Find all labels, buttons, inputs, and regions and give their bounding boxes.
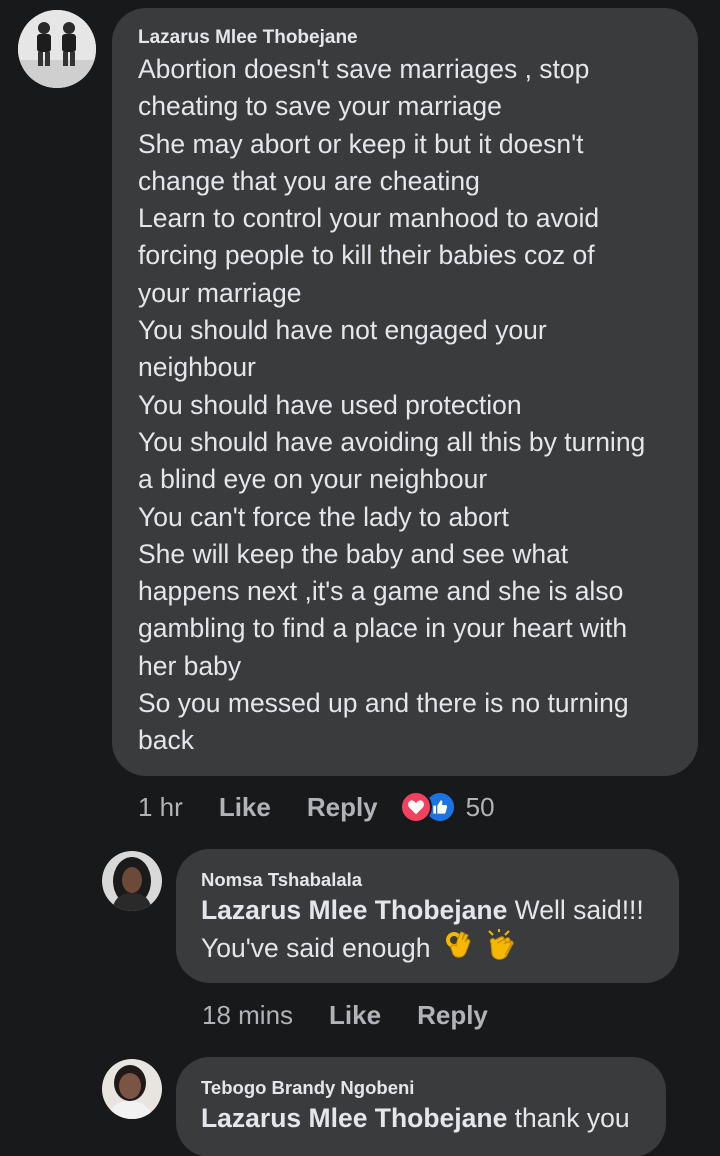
- comment-line: cheating to save your marriage: [138, 91, 502, 122]
- profile-photo-woman-2: [102, 1059, 162, 1119]
- ok-hand-emoji: [445, 930, 472, 970]
- mention-link[interactable]: Lazarus Mlee Thobejane: [201, 895, 507, 925]
- comment-line: You can't force the lady to abort: [138, 501, 509, 532]
- reply-button[interactable]: Reply: [307, 792, 378, 823]
- profile-photo-two-men: [18, 10, 96, 88]
- comment-line: her baby: [138, 650, 242, 681]
- clapping-hands-emoji: [485, 928, 519, 971]
- comment-line: Learn to control your manhood to avoid: [138, 203, 600, 234]
- reply-text: Lazarus Mlee Thobejane thank you: [201, 1100, 646, 1137]
- like-button[interactable]: Like: [329, 1000, 381, 1031]
- like-button[interactable]: Like: [219, 792, 271, 823]
- reply-text-fragment: Well said!!!: [507, 895, 644, 925]
- avatar[interactable]: [102, 1059, 162, 1119]
- avatar[interactable]: [102, 851, 162, 911]
- comment-line: She may abort or keep it but it doesn't: [138, 128, 584, 159]
- comment-line: your marriage: [138, 277, 302, 308]
- profile-photo-woman: [102, 851, 162, 911]
- reply-text: Lazarus Mlee Thobejane Well said!!! You'…: [201, 892, 659, 972]
- reply-bubble: Tebogo Brandy Ngobeni Lazarus Mlee Thobe…: [176, 1057, 666, 1156]
- comment-line: You should have avoiding all this by tur…: [138, 426, 646, 457]
- comment-line: neighbour: [138, 352, 256, 383]
- reactions-summary[interactable]: 50: [399, 791, 495, 823]
- comment-actions: 1 hr Like Reply 50: [138, 788, 495, 826]
- reply-timestamp[interactable]: 18 mins: [202, 1000, 293, 1031]
- comment-line: a blind eye on your neighbour: [138, 464, 488, 495]
- comment-thread: Lazarus Mlee Thobejane Abortion doesn't …: [0, 0, 720, 1156]
- reply-text-fragment: thank you: [507, 1103, 630, 1133]
- reaction-count: 50: [465, 791, 495, 822]
- reply-author[interactable]: Nomsa Tshabalala: [201, 869, 659, 891]
- reply-bubble: Nomsa Tshabalala Lazarus Mlee Thobejane …: [176, 849, 679, 983]
- comment-bubble: Lazarus Mlee Thobejane Abortion doesn't …: [112, 8, 698, 776]
- love-reaction-icon: [399, 791, 432, 823]
- comment-line: forcing people to kill their babies coz …: [138, 240, 595, 271]
- mention-link[interactable]: Lazarus Mlee Thobejane: [201, 1103, 507, 1133]
- reply-text-fragment: You've said enough: [201, 933, 431, 964]
- comment-line: So you messed up and there is no turning: [138, 688, 629, 719]
- reply-button[interactable]: Reply: [417, 1000, 488, 1031]
- reply-line: Lazarus Mlee Thobejane thank you: [201, 1100, 646, 1137]
- comment-line: happens next ,it's a game and she is als…: [138, 576, 624, 607]
- avatar[interactable]: [18, 10, 96, 88]
- reply-author[interactable]: Tebogo Brandy Ngobeni: [201, 1077, 646, 1099]
- comment-line: You should have not engaged your: [138, 315, 547, 346]
- reply-line: You've said enough: [201, 928, 659, 971]
- comment-author[interactable]: Lazarus Mlee Thobejane: [138, 27, 678, 49]
- comment-line: back: [138, 725, 194, 756]
- reply-line: Lazarus Mlee Thobejane Well said!!!: [201, 892, 659, 929]
- comment-text: Abortion doesn't save marriages , stop c…: [138, 51, 678, 760]
- comment-line: Abortion doesn't save marriages , stop: [138, 54, 590, 84]
- comment-line: gambling to find a place in your heart w…: [138, 613, 628, 644]
- comment-timestamp[interactable]: 1 hr: [138, 792, 183, 823]
- comment-line: change that you are cheating: [138, 165, 480, 196]
- comment-line: You should have used protection: [138, 389, 522, 420]
- reply-actions: 18 mins Like Reply: [202, 996, 488, 1034]
- comment-line: She will keep the baby and see what: [138, 538, 569, 569]
